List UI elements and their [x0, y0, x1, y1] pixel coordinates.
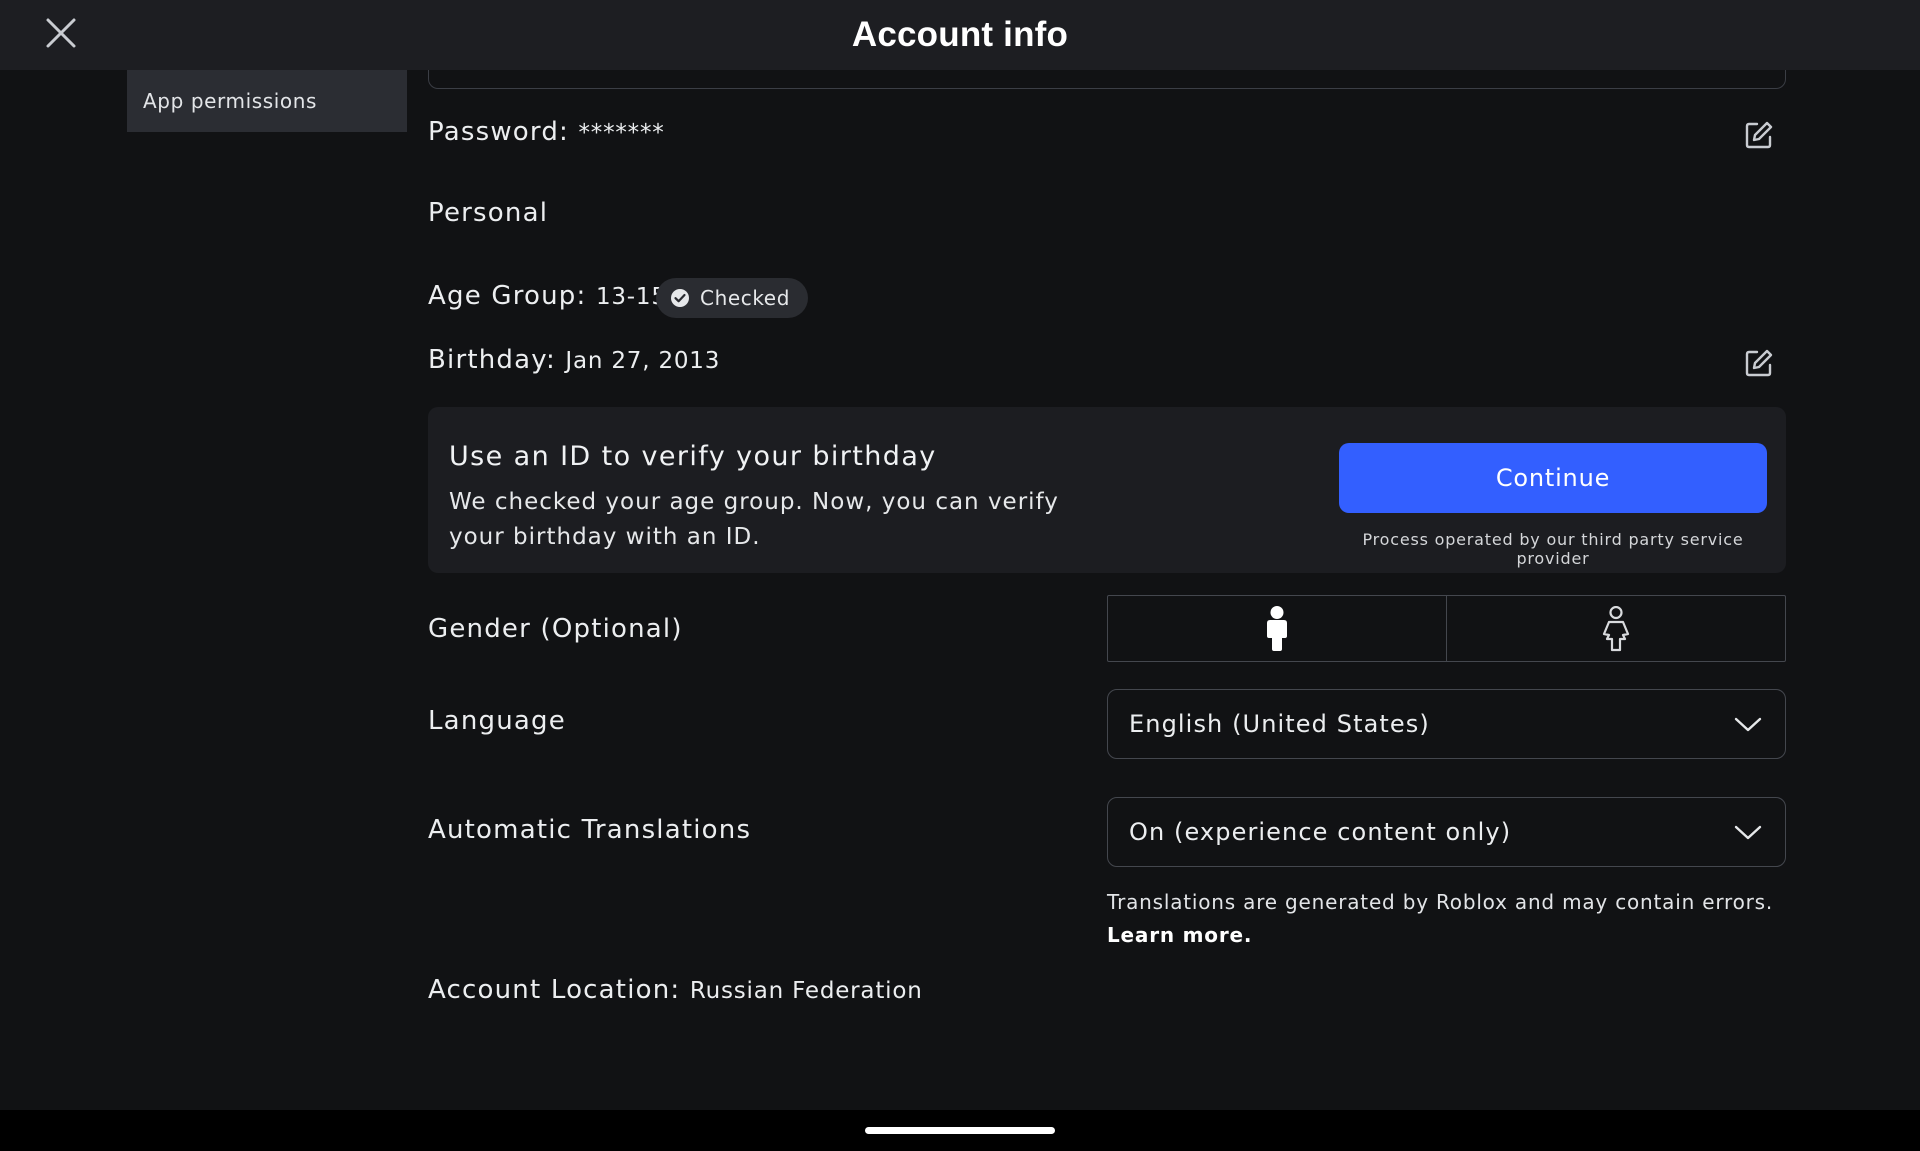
- gender-label: Gender (Optional): [428, 614, 683, 644]
- translations-note-text: Translations are generated by Roblox and…: [1107, 890, 1774, 914]
- home-indicator[interactable]: [865, 1127, 1055, 1134]
- close-button[interactable]: [40, 12, 82, 54]
- language-selected-value: English (United States): [1129, 710, 1430, 738]
- auto-translations-label: Automatic Translations: [428, 815, 752, 845]
- check-circle-icon: [671, 289, 689, 307]
- edit-password-button[interactable]: [1742, 118, 1776, 152]
- gender-selector: [1107, 595, 1786, 662]
- learn-more-link[interactable]: Learn more.: [1107, 923, 1252, 947]
- verify-birthday-card: Use an ID to verify your birthday We che…: [428, 407, 1786, 573]
- birthday-row: Birthday: Jan 27, 2013: [428, 345, 720, 375]
- continue-button[interactable]: Continue: [1339, 443, 1767, 513]
- gender-option-male[interactable]: [1108, 596, 1446, 661]
- age-group-label: Age Group:: [428, 281, 587, 311]
- verify-card-description: We checked your age group. Now, you can …: [449, 489, 1059, 550]
- edit-birthday-button[interactable]: [1742, 346, 1776, 380]
- birthday-label: Birthday:: [428, 345, 556, 375]
- provider-note: Process operated by our third party serv…: [1362, 530, 1744, 568]
- translations-disclaimer: Translations are generated by Roblox and…: [1107, 886, 1797, 952]
- female-icon: [1602, 605, 1630, 651]
- close-icon: [46, 18, 76, 48]
- password-value: *******: [578, 120, 665, 146]
- sidebar-item-app-permissions[interactable]: App permissions: [127, 70, 407, 132]
- edit-icon: [1745, 349, 1773, 377]
- system-bottom-bar: [0, 1110, 1920, 1151]
- account-location-label: Account Location:: [428, 975, 681, 1005]
- edit-icon: [1745, 121, 1773, 149]
- birthday-value: Jan 27, 2013: [565, 348, 721, 374]
- age-group-row: Age Group: 13-15: [428, 281, 667, 311]
- personal-section-title: Personal: [428, 198, 549, 228]
- chevron-down-icon: [1734, 717, 1762, 732]
- male-icon: [1267, 605, 1287, 651]
- auto-translations-selected-value: On (experience content only): [1129, 818, 1512, 846]
- account-location-value: Russian Federation: [689, 978, 923, 1004]
- age-checked-badge: Checked: [656, 278, 809, 318]
- password-row: Password: *******: [428, 117, 665, 147]
- gender-option-female[interactable]: [1446, 596, 1785, 661]
- chevron-down-icon: [1734, 825, 1762, 840]
- language-dropdown[interactable]: English (United States): [1107, 689, 1786, 759]
- header-bar: Account info: [0, 0, 1920, 70]
- auto-translations-dropdown[interactable]: On (experience content only): [1107, 797, 1786, 867]
- account-info-screen: Account info App permissions Password: *…: [0, 0, 1920, 1151]
- account-location-row: Account Location: Russian Federation: [428, 975, 923, 1005]
- sidebar-item-label: App permissions: [143, 89, 318, 113]
- page-title: Account info: [851, 15, 1069, 54]
- language-label: Language: [428, 706, 566, 736]
- verify-card-title: Use an ID to verify your birthday: [449, 441, 937, 472]
- password-label: Password:: [428, 117, 570, 147]
- age-checked-badge-label: Checked: [700, 286, 791, 310]
